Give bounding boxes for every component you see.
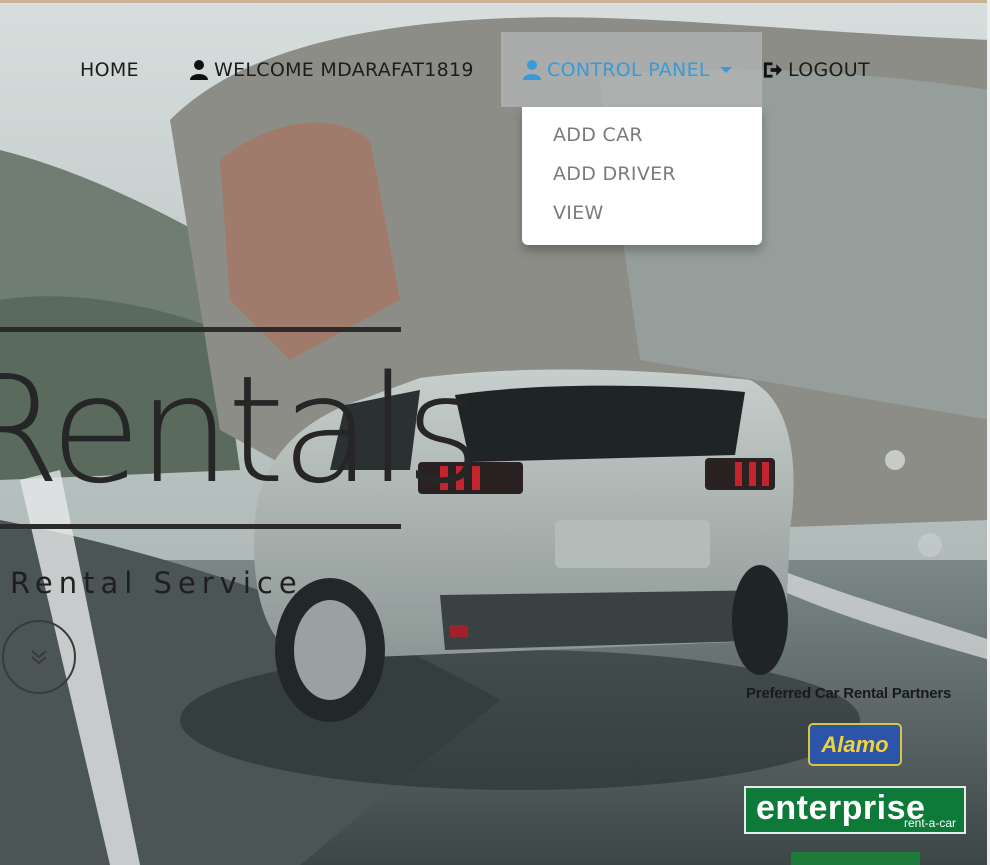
enterprise-logo[interactable]: enterprise rent-a-car [744,786,966,834]
alamo-logo-text: Alamo [821,731,889,757]
nav-welcome-link[interactable]: WELCOME MDARAFAT1819 [189,58,474,82]
nav-home-label: HOME [80,59,139,81]
user-icon [523,60,541,80]
scroll-down-button[interactable] [2,620,76,694]
hero-title: Rentals [0,344,482,516]
caret-down-icon [719,67,732,73]
enterprise-logo-subtext: rent-a-car [903,816,956,830]
dropdown-item-view[interactable]: VIEW [522,199,762,238]
nav-control-panel-toggle[interactable]: CONTROL PANEL [522,58,732,82]
hero-top-rule [0,327,401,332]
partners-title: Preferred Car Rental Partners [746,685,952,702]
top-accent-strip [0,0,990,3]
enterprise-logo-text: enterprise [756,789,926,827]
chevron-double-down-icon [31,650,47,665]
dropdown-item-add-car[interactable]: ADD CAR [522,121,762,160]
user-icon [190,60,208,80]
nav-welcome-label: WELCOME MDARAFAT1819 [214,59,474,81]
alamo-logo[interactable]: Alamo [808,723,902,766]
control-panel-dropdown: ADD CAR ADD DRIVER VIEW [522,107,762,245]
nav-logout-link[interactable]: LOGOUT [762,58,870,82]
nav-logout-label: LOGOUT [788,59,870,81]
national-logo[interactable] [791,852,920,865]
dropdown-item-add-driver[interactable]: ADD DRIVER [522,160,762,199]
nav-control-panel-label: CONTROL PANEL [547,59,710,81]
hero-bottom-rule [0,524,401,529]
nav-home-link[interactable]: HOME [80,58,139,82]
logout-icon [763,62,783,78]
hero-subtitle: Rental Service [10,566,303,600]
